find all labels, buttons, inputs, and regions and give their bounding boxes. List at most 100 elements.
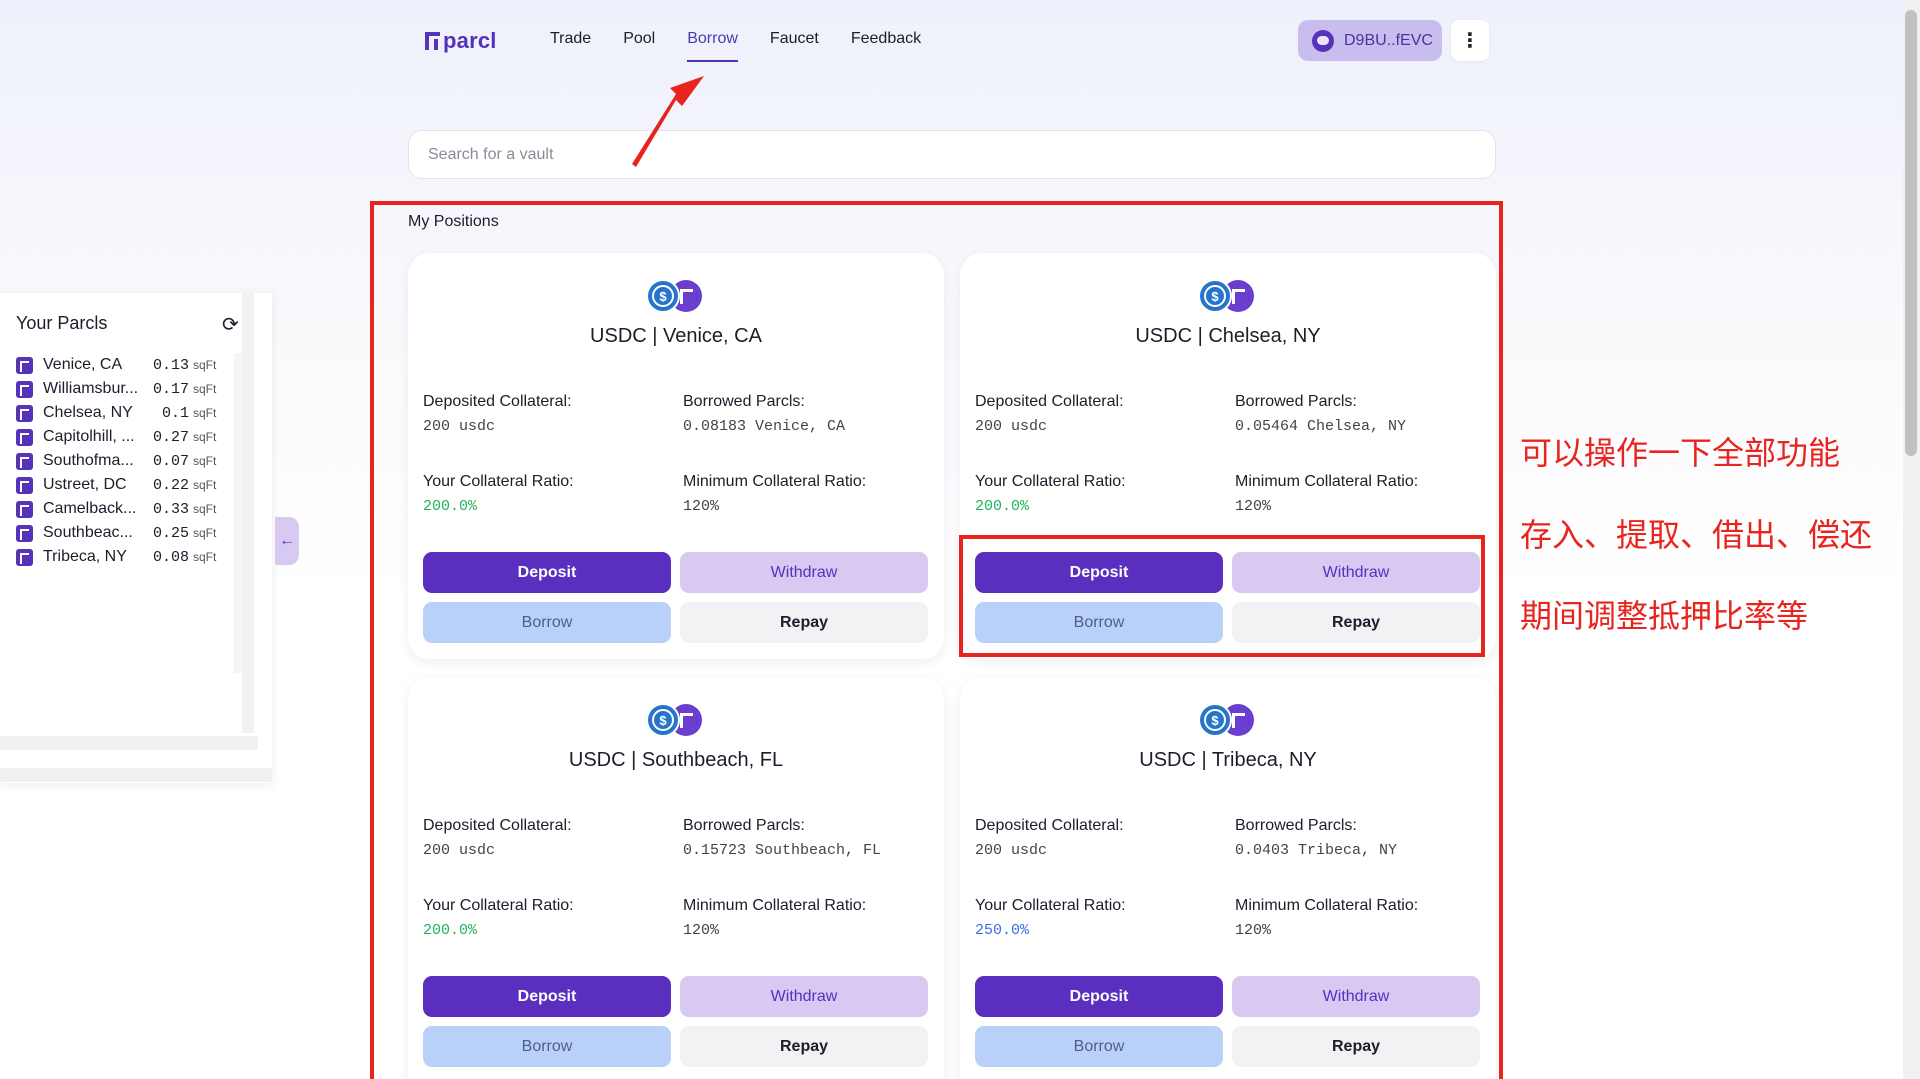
list-horizontal-scrollbar[interactable] xyxy=(0,736,258,750)
parcl-logo[interactable]: parcl xyxy=(425,26,497,56)
position-card: $ USDC | Chelsea, NY Deposited Collatera… xyxy=(960,253,1496,659)
usdc-icon: $ xyxy=(646,279,680,313)
usdc-icon: $ xyxy=(646,703,680,737)
main-nav: Trade Pool Borrow Faucet Feedback xyxy=(550,26,953,62)
parcl-amount: 0.1 xyxy=(161,404,189,422)
kebab-menu-icon: ⋮ xyxy=(1460,30,1480,52)
parcl-unit: sqFt xyxy=(193,502,217,516)
logo-text: parcl xyxy=(443,28,497,53)
your-parcls-panel: Your Parcls ⟳ Venice, CA 0.13 sqFt Willi… xyxy=(0,293,272,783)
deposit-button[interactable]: Deposit xyxy=(423,976,671,1017)
deposited-label: Deposited Collateral: xyxy=(975,817,1124,834)
borrow-button[interactable]: Borrow xyxy=(975,1026,1223,1067)
list-item[interactable]: Southofma... 0.07 sqFt xyxy=(16,449,226,473)
parcl-amount: 0.07 xyxy=(152,452,189,470)
card-title: USDC | Venice, CA xyxy=(590,325,762,347)
list-item[interactable]: Capitolhill, ... 0.27 sqFt xyxy=(16,425,226,449)
parcl-amount: 0.22 xyxy=(152,476,189,494)
annotation-note-2: 存入、提取、借出、偿还 xyxy=(1520,516,1873,554)
list-item[interactable]: Southbeac... 0.25 sqFt xyxy=(16,521,226,545)
borrowed-value: 0.05464 Chelsea, NY xyxy=(1235,418,1407,435)
panel-vertical-scrollbar[interactable] xyxy=(242,293,254,733)
nav-borrow[interactable]: Borrow xyxy=(687,26,738,62)
parcl-name: Venice, CA xyxy=(43,356,123,373)
nav-faucet[interactable]: Faucet xyxy=(770,26,819,62)
borrow-button[interactable]: Borrow xyxy=(423,1026,671,1067)
more-menu-button[interactable]: ⋮ xyxy=(1451,20,1489,61)
list-item[interactable]: Tribeca, NY 0.08 sqFt xyxy=(16,545,226,569)
parcl-name: Tribeca, NY xyxy=(43,548,127,565)
parcl-icon xyxy=(16,548,33,566)
parcl-icon xyxy=(16,524,33,542)
panel-horizontal-scrollbar[interactable] xyxy=(0,768,272,782)
your-ratio-value: 200.0% xyxy=(423,498,478,515)
wallet-button[interactable]: D9BU..fEVC xyxy=(1298,20,1442,61)
parcl-icon xyxy=(16,356,33,374)
your-ratio-label: Your Collateral Ratio: xyxy=(423,897,574,914)
list-item[interactable]: Ustreet, DC 0.22 sqFt xyxy=(16,473,226,497)
parcl-name: Ustreet, DC xyxy=(43,476,127,493)
nav-pool[interactable]: Pool xyxy=(623,26,655,62)
parcl-name: Southbeac... xyxy=(43,524,133,541)
min-ratio-label: Minimum Collateral Ratio: xyxy=(683,473,867,490)
parcl-logo-icon xyxy=(425,32,440,50)
deposited-value: 200 usdc xyxy=(423,418,496,435)
parcl-unit: sqFt xyxy=(193,358,217,372)
borrowed-label: Borrowed Parcls: xyxy=(683,393,805,410)
borrowed-label: Borrowed Parcls: xyxy=(683,817,805,834)
position-card: $ USDC | Venice, CA Deposited Collateral… xyxy=(408,253,944,659)
repay-button[interactable]: Repay xyxy=(680,602,928,643)
collapse-sidebar-button[interactable]: ← xyxy=(275,517,299,565)
parcl-amount: 0.27 xyxy=(152,428,189,446)
deposited-label: Deposited Collateral: xyxy=(423,817,572,834)
page-scrollbar-thumb[interactable] xyxy=(1905,10,1917,456)
nav-feedback[interactable]: Feedback xyxy=(851,26,921,62)
parcl-amount: 0.25 xyxy=(152,524,189,542)
list-item[interactable]: Chelsea, NY 0.1 sqFt xyxy=(16,401,226,425)
token-pair-icons: $ xyxy=(646,703,706,739)
nav-trade[interactable]: Trade xyxy=(550,26,591,62)
list-item[interactable]: Venice, CA 0.13 sqFt xyxy=(16,353,226,377)
annotation-arrow-icon xyxy=(632,76,704,167)
deposit-button[interactable]: Deposit xyxy=(423,552,671,593)
parcl-name: Chelsea, NY xyxy=(43,404,133,421)
deposit-button[interactable]: Deposit xyxy=(975,552,1223,593)
parcl-name: Capitolhill, ... xyxy=(43,428,135,445)
card-title: USDC | Southbeach, FL xyxy=(568,749,784,771)
borrowed-value: 0.15723 Southbeach, FL xyxy=(683,842,882,859)
list-item[interactable]: Williamsbur... 0.17 sqFt xyxy=(16,377,226,401)
parcl-icon xyxy=(16,404,33,422)
token-pair-icons: $ xyxy=(1198,703,1258,739)
list-item[interactable]: Camelback... 0.33 sqFt xyxy=(16,497,226,521)
withdraw-button[interactable]: Withdraw xyxy=(1232,976,1480,1017)
withdraw-button[interactable]: Withdraw xyxy=(680,976,928,1017)
usdc-icon: $ xyxy=(1198,279,1232,313)
my-positions-title: My Positions xyxy=(408,213,499,230)
card-title: USDC | Tribeca, NY xyxy=(1139,749,1317,771)
parcl-unit: sqFt xyxy=(193,430,217,444)
borrow-button[interactable]: Borrow xyxy=(423,602,671,643)
parcl-unit: sqFt xyxy=(193,526,217,540)
borrowed-value: 0.08183 Venice, CA xyxy=(683,418,846,435)
wallet-address: D9BU..fEVC xyxy=(1344,31,1433,49)
annotation-note-3: 期间调整抵押比率等 xyxy=(1520,597,1809,635)
parcl-name: Southofma... xyxy=(43,452,134,469)
repay-button[interactable]: Repay xyxy=(680,1026,928,1067)
withdraw-button[interactable]: Withdraw xyxy=(680,552,928,593)
borrow-button[interactable]: Borrow xyxy=(975,602,1223,643)
repay-button[interactable]: Repay xyxy=(1232,1026,1480,1067)
refresh-icon[interactable]: ⟳ xyxy=(222,312,239,337)
deposit-button[interactable]: Deposit xyxy=(975,976,1223,1017)
borrowed-label: Borrowed Parcls: xyxy=(1235,393,1357,410)
vault-search-input[interactable] xyxy=(408,130,1496,179)
parcl-name: Camelback... xyxy=(43,500,137,517)
parcl-icon xyxy=(16,428,33,446)
borrowed-label: Borrowed Parcls: xyxy=(1235,817,1357,834)
withdraw-button[interactable]: Withdraw xyxy=(1232,552,1480,593)
parcl-list: Venice, CA 0.13 sqFt Williamsbur... 0.17… xyxy=(16,353,226,569)
deposited-value: 200 usdc xyxy=(975,842,1048,859)
min-ratio-value: 120% xyxy=(683,922,720,939)
min-ratio-value: 120% xyxy=(683,498,720,515)
repay-button[interactable]: Repay xyxy=(1232,602,1480,643)
card-title: USDC | Chelsea, NY xyxy=(1135,325,1321,347)
